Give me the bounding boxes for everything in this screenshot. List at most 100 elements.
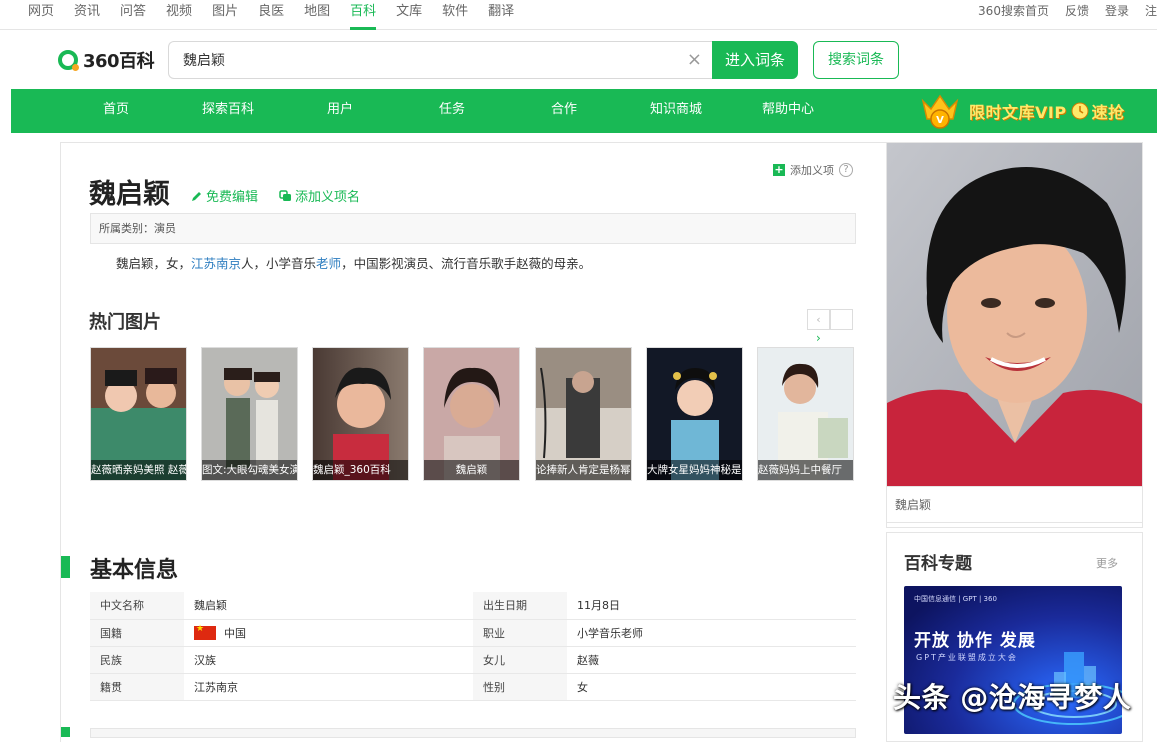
page-title: 魏启颖	[89, 179, 170, 210]
gallery-item[interactable]: 大牌女星妈妈神秘是	[646, 347, 743, 481]
nav-register[interactable]: 注	[1145, 0, 1157, 30]
main-nav: 首页 探索百科 用户 任务 合作 知识商城 帮助中心 V 限时文库VIP 速抢	[11, 89, 1157, 133]
gallery-prev-button[interactable]: ‹	[807, 309, 830, 330]
info-key: 出生日期	[473, 592, 567, 620]
gallery-caption: 魏启颖	[424, 460, 519, 480]
info-value: 11月8日	[567, 592, 856, 620]
vip-promo[interactable]: V 限时文库VIP 速抢	[917, 91, 1125, 131]
info-key: 籍贯	[90, 673, 184, 701]
main-nav-home[interactable]: 首页	[60, 89, 172, 133]
topics-title: 百科专题	[904, 554, 972, 574]
search-input[interactable]	[169, 42, 669, 78]
link-teacher[interactable]: 老师	[316, 256, 341, 271]
add-name-link[interactable]: 添加义项名	[279, 186, 360, 205]
gallery-item[interactable]: 赵薇妈妈上中餐厅	[757, 347, 854, 481]
nav-translate[interactable]: 翻译	[488, 0, 514, 30]
edit-link-label: 免费编辑	[206, 190, 259, 205]
hot-images-title: 热门图片	[89, 312, 161, 333]
info-value-nationality: 中国	[184, 619, 473, 647]
main-nav-cooperation[interactable]: 合作	[508, 89, 620, 133]
vip-promo-text: 限时文库VIP	[969, 103, 1067, 122]
info-key: 中文名称	[90, 592, 184, 620]
banner-title: 开放 协作 发展	[914, 631, 1036, 651]
gallery-caption: 大牌女星妈妈神秘是	[647, 460, 742, 480]
top-nav: 网页 资讯 问答 视频 图片 良医 地图 百科 文库 软件 翻译 360搜索首页…	[0, 0, 1157, 30]
portrait-image[interactable]	[886, 142, 1143, 487]
table-row: 国籍 中国 职业 小学音乐老师	[90, 619, 856, 647]
gallery-item[interactable]: 魏启颖	[423, 347, 520, 481]
add-meaning-link[interactable]: + 添加义项 ?	[773, 162, 853, 178]
nav-feedback[interactable]: 反馈	[1065, 0, 1089, 30]
summary-text-3: ，中国影视演员、流行音乐歌手赵薇的母亲。	[341, 256, 592, 271]
nav-map[interactable]: 地图	[304, 0, 330, 30]
main-nav-store[interactable]: 知识商城	[620, 89, 732, 133]
portrait-divider	[886, 523, 1143, 528]
portrait-caption: 魏启颖	[886, 487, 1143, 523]
basic-info-table: 中文名称 魏启颖 出生日期 11月8日 国籍 中国 职业 小学音乐老师 民族 汉…	[90, 592, 856, 701]
table-row: 籍贯 江苏南京 性别 女	[90, 673, 856, 701]
nav-video[interactable]: 视频	[166, 0, 192, 30]
nav-wenku[interactable]: 文库	[396, 0, 422, 30]
search-box: ×	[168, 41, 712, 79]
gallery-caption: 图文:大眼勾魂美女演	[202, 460, 297, 480]
nav-news[interactable]: 资讯	[74, 0, 100, 30]
info-value: 中国	[224, 626, 246, 640]
gallery-next-arrow-icon[interactable]: ›	[816, 331, 821, 345]
info-key: 国籍	[90, 619, 184, 647]
info-value: 赵薇	[567, 646, 856, 674]
add-meaning-label: 添加义项	[790, 164, 834, 177]
main-nav-explore[interactable]: 探索百科	[172, 89, 284, 133]
clock-icon	[1071, 102, 1089, 120]
gallery-caption: 赵薇晒亲妈美照 赵薇	[91, 460, 186, 480]
edit-link[interactable]: 免费编辑	[191, 186, 258, 205]
info-value: 魏启颖	[184, 592, 473, 620]
nav-images[interactable]: 图片	[212, 0, 238, 30]
info-key: 性别	[473, 673, 567, 701]
link-nanjing[interactable]: 江苏南京	[191, 256, 241, 271]
info-key: 民族	[90, 646, 184, 674]
header: 360百科 × 进入词条 搜索词条	[0, 30, 1157, 89]
gallery-caption: 论捧新人肯定是杨幂	[536, 460, 631, 480]
search-entry-button[interactable]: 搜索词条	[813, 41, 899, 79]
nav-qa[interactable]: 问答	[120, 0, 146, 30]
main-nav-tasks[interactable]: 任务	[396, 89, 508, 133]
nav-doctor[interactable]: 良医	[258, 0, 284, 30]
clear-icon[interactable]: ×	[687, 50, 702, 70]
enter-entry-button[interactable]: 进入词条	[712, 41, 798, 79]
plus-icon: +	[773, 163, 785, 176]
vip-crown-icon: V	[921, 94, 959, 129]
hot-images-gallery: 赵薇晒亲妈美照 赵薇 图文:大眼勾魂美女演 魏启颖_360百科 魏启颖 论捧新人…	[90, 347, 854, 481]
logo[interactable]: 360百科	[58, 47, 155, 73]
nav-baike[interactable]: 百科	[350, 0, 377, 30]
pencil-icon	[192, 191, 201, 201]
table-row: 中文名称 魏启颖 出生日期 11月8日	[90, 592, 856, 620]
gallery-item[interactable]: 论捧新人肯定是杨幂	[535, 347, 632, 481]
main-nav-users[interactable]: 用户	[284, 89, 396, 133]
entry-summary: 魏启颖，女，江苏南京人，小学音乐老师，中国影视演员、流行音乐歌手赵薇的母亲。	[116, 255, 591, 273]
gallery-item[interactable]: 魏启颖_360百科	[312, 347, 409, 481]
gallery-caption: 赵薇妈妈上中餐厅	[758, 460, 853, 480]
info-value: 江苏南京	[184, 673, 473, 701]
nav-software[interactable]: 软件	[442, 0, 468, 30]
info-value: 小学音乐老师	[567, 619, 856, 647]
main-nav-help[interactable]: 帮助中心	[732, 89, 844, 133]
info-value: 女	[567, 673, 856, 701]
vip-promo-suffix: 速抢	[1091, 103, 1125, 122]
copy-icon	[279, 189, 291, 201]
section-marker	[61, 556, 70, 578]
svg-text:V: V	[936, 115, 944, 126]
gallery-item[interactable]: 图文:大眼勾魂美女演	[201, 347, 298, 481]
nav-web[interactable]: 网页	[28, 0, 54, 30]
gallery-item[interactable]: 赵薇晒亲妈美照 赵薇	[90, 347, 187, 481]
portrait-photo	[887, 143, 1142, 486]
help-icon[interactable]: ?	[839, 163, 853, 177]
category-bar: 所属类别：演员	[90, 213, 856, 244]
logo-ring-icon	[58, 50, 79, 71]
nav-360-home[interactable]: 360搜索首页	[978, 0, 1049, 30]
topics-more-link[interactable]: 更多	[1096, 555, 1118, 571]
summary-text-2: 人，小学音乐	[241, 256, 317, 271]
china-flag-icon	[194, 624, 216, 640]
gallery-next-button[interactable]	[830, 309, 853, 330]
top-nav-user: 360搜索首页 反馈 登录 注	[962, 0, 1157, 30]
nav-login[interactable]: 登录	[1105, 0, 1129, 30]
